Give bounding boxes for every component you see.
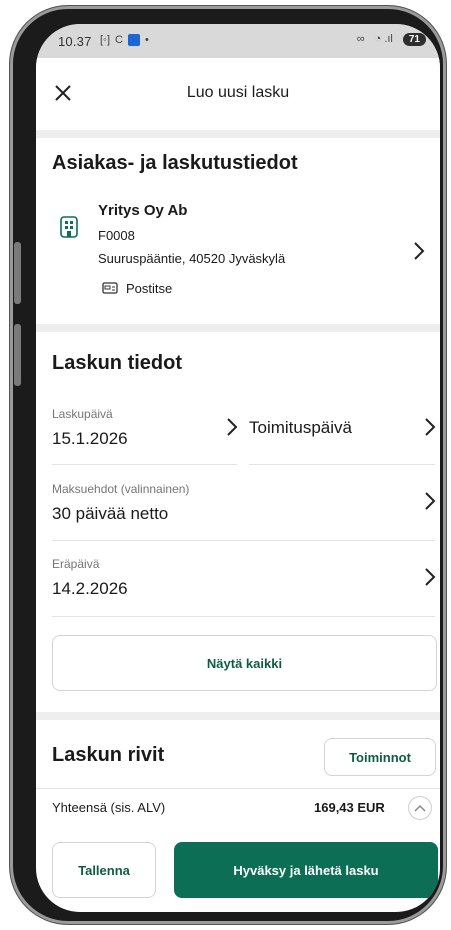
mail-delivery-icon: [102, 282, 118, 294]
chevron-up-icon: [414, 804, 426, 812]
field-divider: [52, 464, 237, 465]
save-button[interactable]: Tallenna: [52, 842, 156, 898]
total-label: Yhteensä (sis. ALV): [52, 800, 166, 815]
collapse-total-button[interactable]: [408, 796, 432, 820]
customer-name: Yritys Oy Ab: [98, 202, 188, 219]
dot-icon: •: [144, 34, 149, 46]
status-time: 10.37: [58, 34, 92, 49]
invoice-date-value: 15.1.2026: [52, 429, 128, 448]
section-divider: [36, 324, 440, 332]
chevron-right-icon[interactable]: [412, 240, 426, 262]
actions-button[interactable]: Toiminnot: [324, 738, 436, 776]
sync-icon: C: [115, 34, 123, 46]
due-date-value: 14.2.2026: [52, 579, 128, 598]
app-header: Luo uusi lasku: [36, 58, 440, 130]
screen: 10.37 [◦] C • ∞ ◔ .ıl 71 Luo uusi lasku: [36, 24, 440, 912]
link-icon: ∞: [356, 33, 365, 45]
payment-terms-label: Maksuehdot (valinnainen): [52, 482, 190, 496]
delivery-date-label: Toimituspäivä: [249, 418, 352, 437]
customer-address: Suuruspääntie, 40520 Jyväskylä: [98, 251, 286, 266]
customer-section-title: Asiakas- ja laskutustiedot: [52, 152, 298, 174]
chevron-right-icon[interactable]: [423, 490, 437, 512]
status-bar: 10.37 [◦] C • ∞ ◔ .ıl 71: [36, 24, 440, 58]
building-icon: [60, 216, 78, 238]
total-value: 169,43 EUR: [314, 800, 385, 815]
chevron-right-icon[interactable]: [423, 566, 437, 588]
customer-card[interactable]: [36, 194, 440, 304]
payment-terms-value: 30 päivää netto: [52, 504, 169, 523]
chevron-right-icon[interactable]: [423, 416, 437, 438]
status-notification-icons: [◦] C •: [100, 33, 149, 47]
due-date-label: Eräpäivä: [52, 557, 100, 571]
signal-icon: ◔ .ıl: [374, 33, 393, 45]
delivery-method: Postitse: [126, 281, 173, 296]
screenshot-icon: [◦]: [100, 34, 111, 46]
field-divider: [249, 464, 435, 465]
volume-button: [14, 242, 21, 304]
chevron-right-icon[interactable]: [225, 416, 239, 438]
section-divider: [36, 130, 440, 138]
phone-frame: 10.37 [◦] C • ∞ ◔ .ıl 71 Luo uusi lasku: [10, 6, 446, 924]
invoice-date-label: Laskupäivä: [52, 407, 113, 421]
app-notification-icon: [127, 34, 140, 46]
field-divider: [52, 616, 435, 617]
page-title: Luo uusi lasku: [186, 84, 290, 101]
field-divider: [52, 540, 435, 541]
status-system-icons: ∞ ◔ .ıl 71: [357, 32, 426, 46]
payment-terms-field[interactable]: [36, 468, 440, 538]
power-button: [14, 324, 21, 386]
customer-code: F0008: [98, 228, 135, 243]
rows-section-title: Laskun rivit: [52, 744, 165, 766]
battery-icon: 71: [402, 32, 426, 46]
footer-divider: [36, 788, 440, 789]
section-divider: [36, 712, 440, 720]
invoice-section-title: Laskun tiedot: [52, 352, 183, 374]
approve-send-button[interactable]: Hyväksy ja lähetä lasku: [174, 842, 438, 898]
show-all-button[interactable]: Näytä kaikki: [52, 635, 437, 691]
